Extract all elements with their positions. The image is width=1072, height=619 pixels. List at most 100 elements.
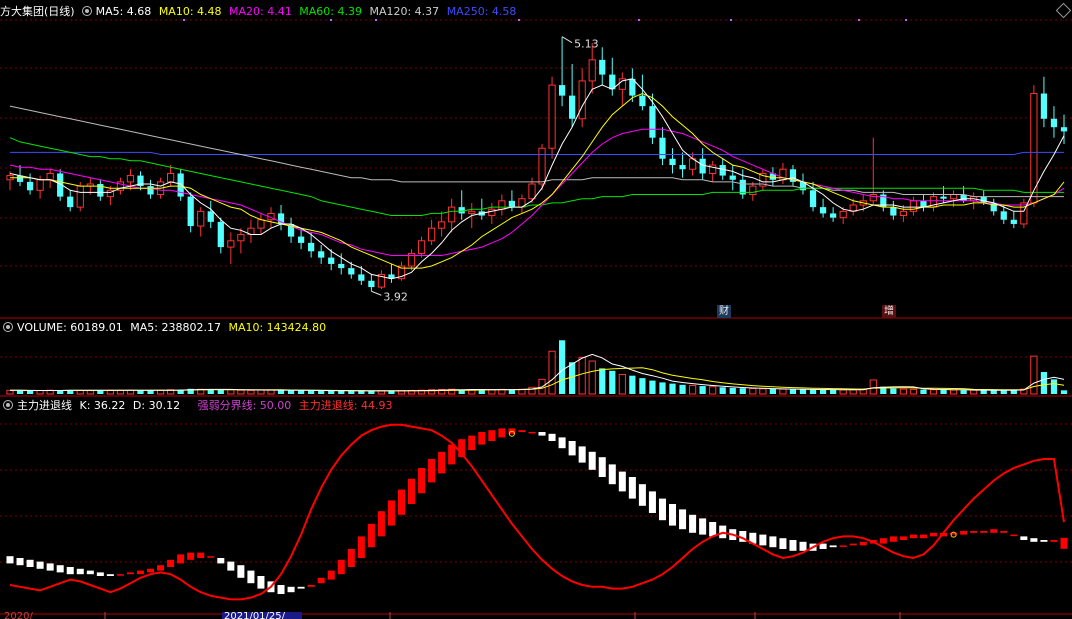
indicator-settings-gear-icon[interactable] <box>3 400 13 410</box>
kd-bar <box>187 552 195 560</box>
candle-down <box>719 165 726 176</box>
indicator-title[interactable]: 主力进退线 <box>17 399 72 412</box>
candle-up <box>588 59 596 82</box>
volume-bar-down <box>368 391 375 394</box>
kd-bar <box>177 554 185 564</box>
kd-bar <box>960 531 968 535</box>
candle-down <box>26 181 34 191</box>
kd-bar <box>408 478 416 504</box>
candle-up <box>438 221 446 229</box>
candle-down <box>67 196 74 208</box>
kd-bar <box>136 570 145 575</box>
k-legend: K: 36.22 <box>79 399 126 412</box>
kd-bar <box>849 543 857 546</box>
volume-bar-up <box>548 350 556 395</box>
volume-bar-up <box>970 389 978 395</box>
volume-bar-down <box>769 388 777 394</box>
kd-bar <box>106 574 114 576</box>
candle-up <box>498 200 506 210</box>
volume-bar-down <box>1050 379 1058 394</box>
share-increase-badge[interactable]: 增 <box>882 305 896 318</box>
kd-bar <box>1050 540 1058 542</box>
kd-bar <box>277 585 285 594</box>
volume-bar-up <box>749 388 757 395</box>
candle-down <box>649 106 656 138</box>
kd-bar <box>6 556 14 564</box>
volume-ma5-legend: MA5: 238802.17 <box>130 321 221 334</box>
volume-bar-down <box>679 384 686 394</box>
candle-up <box>257 219 265 229</box>
stock-chart[interactable]: 5.13 3.92 2020/2021/01/25/ <box>0 0 1072 619</box>
volume-bar-up <box>839 389 847 395</box>
candle-down <box>699 158 706 174</box>
volume-bar-up <box>156 389 165 395</box>
volume-bar-down <box>558 340 566 394</box>
top-marker <box>905 19 907 21</box>
volume-bar-down <box>388 390 395 394</box>
volume-bar-up <box>6 389 14 395</box>
volume-bar-down <box>729 387 736 394</box>
kd-bar <box>36 561 44 569</box>
candle-down <box>1010 219 1017 224</box>
candle-down <box>458 207 465 214</box>
kd-bar <box>528 432 536 434</box>
candle-down <box>819 207 827 214</box>
candle-up <box>46 172 54 181</box>
kd-bar <box>86 570 94 575</box>
kd-bar <box>679 509 687 530</box>
volume-bar-down <box>990 390 997 394</box>
volume-settings-gear-icon[interactable] <box>3 322 13 332</box>
low-price-label: 3.92 <box>383 290 408 303</box>
volume-bar-down <box>789 389 797 394</box>
volume-title[interactable]: VOLUME: 60189.01 <box>17 321 123 334</box>
kd-bar <box>628 477 636 499</box>
volume-bar-down <box>147 390 154 394</box>
candle-down <box>318 251 325 258</box>
kd-bar <box>126 572 134 575</box>
ma120-legend: MA120: 4.37 <box>369 5 440 18</box>
kd-bar <box>16 558 24 566</box>
candle-down <box>1000 211 1007 220</box>
candle-down <box>890 207 897 216</box>
kd-bar <box>227 561 235 571</box>
stock-title[interactable]: 方大集团(日线) <box>0 5 75 18</box>
kd-bar <box>287 586 295 593</box>
kd-bar <box>297 586 305 589</box>
candle-down <box>669 158 676 166</box>
kd-bar <box>197 552 205 558</box>
candle-up <box>909 200 918 212</box>
volume-bar-down <box>609 370 616 394</box>
ma250-legend: MA250: 4.58 <box>446 5 517 18</box>
volume-bar-up <box>859 389 867 395</box>
volume-bar-down <box>1000 390 1007 394</box>
settings-gear-icon[interactable] <box>81 6 92 16</box>
volume-ma10-legend: MA10: 143424.80 <box>228 321 327 334</box>
kd-bar <box>658 498 666 521</box>
volume-bar-down <box>940 389 947 394</box>
candle-down <box>297 236 305 243</box>
price-legend: 方大集团(日线) MA5: 4.68 MA10: 4.48 MA20: 4.41 … <box>0 4 520 20</box>
candle-down <box>348 268 355 275</box>
volume-bar-down <box>1040 372 1048 394</box>
d-legend: D: 30.12 <box>132 399 181 412</box>
volume-bar-down <box>639 378 646 394</box>
volume-bar-up <box>688 384 697 395</box>
candle-up <box>468 210 476 214</box>
volume-bar-up <box>86 390 94 395</box>
volume-bar-down <box>217 389 224 394</box>
kd-bar <box>498 428 506 438</box>
main-force-line <box>9 423 1065 601</box>
kd-bar <box>839 545 847 547</box>
kd-bar <box>1010 534 1018 537</box>
volume-bar-down <box>508 389 516 394</box>
kd-bar <box>929 532 938 537</box>
kd-bar <box>1000 531 1008 533</box>
candle-down <box>569 95 576 119</box>
volume-bar-down <box>799 389 807 394</box>
kd-bar <box>618 471 626 492</box>
kd-bar <box>548 433 556 441</box>
volume-bar-up <box>76 389 84 395</box>
volume-bar-up <box>237 389 245 395</box>
financial-report-badge[interactable]: 财 <box>717 305 731 318</box>
candle-up <box>548 84 556 149</box>
